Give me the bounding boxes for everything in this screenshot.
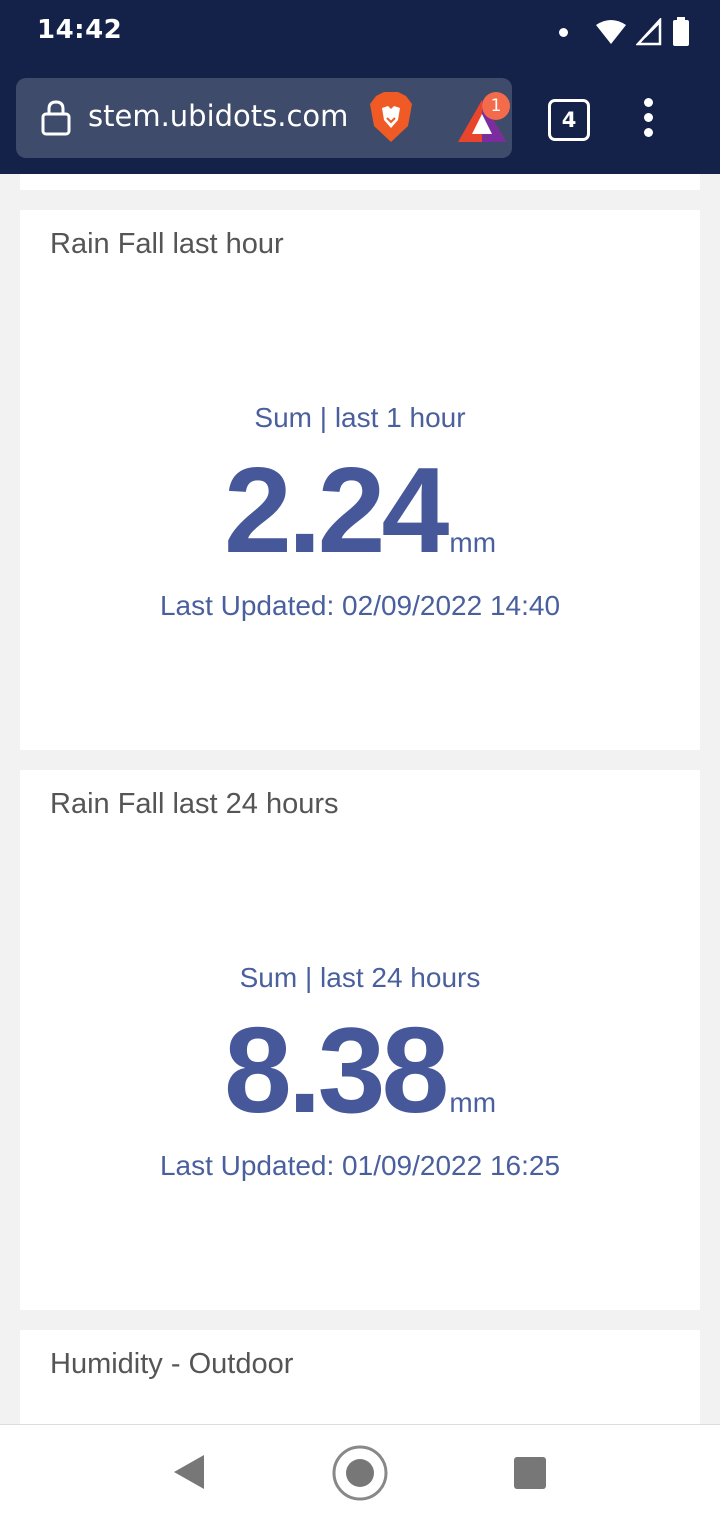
previous-widget-card	[20, 174, 700, 190]
widget-unit: mm	[449, 1087, 497, 1118]
widget-subtitle: Sum | last 1 hour	[254, 402, 466, 433]
url-text[interactable]: stem.ubidots.com	[88, 99, 350, 139]
status-time: 14:42	[37, 15, 123, 45]
cell-signal-icon	[636, 18, 662, 46]
widget-title: Humidity - Outdoor	[50, 1348, 294, 1380]
widget-title: Rain Fall last hour	[50, 228, 284, 260]
widget-card-humidity[interactable]: Humidity - Outdoor	[20, 1330, 700, 1430]
status-icons	[549, 14, 690, 50]
notification-dot-icon	[559, 27, 568, 37]
battery-icon	[673, 17, 689, 46]
wifi-icon	[596, 20, 626, 44]
tab-switcher-button[interactable]: 4	[548, 99, 590, 141]
brave-rewards-button[interactable]: 1	[456, 92, 512, 146]
widget-value: 2.24	[223, 442, 449, 578]
widget-title: Rain Fall last 24 hours	[50, 788, 339, 820]
widget-subtitle: Sum | last 24 hours	[239, 962, 481, 993]
widget-last-updated: Last Updated: 02/09/2022 14:40	[159, 590, 561, 621]
url-bar[interactable]: stem.ubidots.com 1	[16, 78, 512, 158]
widget-value-row: 2.24 mm	[20, 449, 700, 571]
widget-value: 8.38	[223, 1002, 449, 1138]
widget-unit: mm	[449, 527, 497, 558]
recents-icon[interactable]	[514, 1457, 546, 1489]
system-nav-bar	[0, 1424, 720, 1521]
browser-top-bar: 14:42 stem.ubidots.com 1 4	[0, 0, 720, 174]
widget-last-updated: Last Updated: 01/09/2022 16:25	[159, 1150, 561, 1181]
brave-lion-icon[interactable]	[368, 92, 414, 144]
lock-icon	[41, 100, 71, 136]
widget-card-rain-24h[interactable]: Rain Fall last 24 hours Sum | last 24 ho…	[20, 770, 700, 1310]
home-icon[interactable]	[331, 1444, 389, 1502]
rewards-badge: 1	[482, 92, 510, 120]
back-icon[interactable]	[172, 1453, 206, 1491]
widget-card-rain-hour[interactable]: Rain Fall last hour Sum | last 1 hour 2.…	[20, 210, 700, 750]
overflow-menu-icon[interactable]	[636, 98, 660, 138]
widget-value-row: 8.38 mm	[20, 1009, 700, 1131]
